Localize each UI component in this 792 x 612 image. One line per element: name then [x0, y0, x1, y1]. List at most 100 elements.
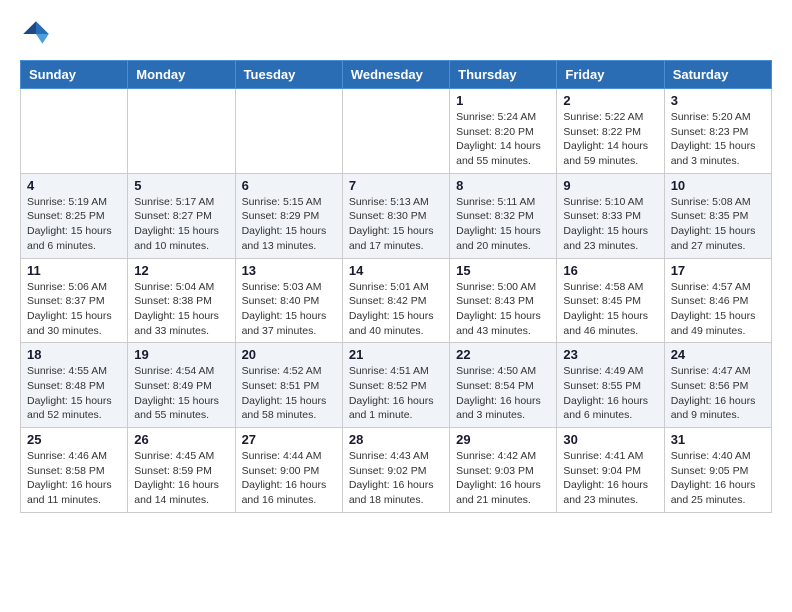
day-info: Sunrise: 5:22 AM Sunset: 8:22 PM Dayligh…	[563, 110, 657, 169]
calendar-cell: 10 Sunrise: 5:08 AM Sunset: 8:35 PM Dayli…	[664, 173, 771, 258]
calendar-cell: 30Sunrise: 4:41 AM Sunset: 9:04 PM Dayli…	[557, 428, 664, 513]
day-number: 8	[456, 178, 550, 193]
calendar-cell: 9Sunrise: 5:10 AM Sunset: 8:33 PM Daylig…	[557, 173, 664, 258]
calendar-cell: 25Sunrise: 4:46 AM Sunset: 8:58 PM Dayli…	[21, 428, 128, 513]
calendar-cell: 22 Sunrise: 4:50 AM Sunset: 8:54 PM Dayli…	[450, 343, 557, 428]
calendar-cell: 17 Sunrise: 4:57 AM Sunset: 8:46 PM Dayli…	[664, 258, 771, 343]
calendar-week-5: 25Sunrise: 4:46 AM Sunset: 8:58 PM Dayli…	[21, 428, 772, 513]
weekday-header-wednesday: Wednesday	[342, 61, 449, 89]
calendar-cell: 29Sunrise: 4:42 AM Sunset: 9:03 PM Dayli…	[450, 428, 557, 513]
day-info: Sunrise: 4:57 AM Sunset: 8:46 PM Dayligh…	[671, 280, 765, 339]
calendar-cell: 21Sunrise: 4:51 AM Sunset: 8:52 PM Dayli…	[342, 343, 449, 428]
calendar-cell: 12 Sunrise: 5:04 AM Sunset: 8:38 PM Dayli…	[128, 258, 235, 343]
calendar-cell: 20Sunrise: 4:52 AM Sunset: 8:51 PM Dayli…	[235, 343, 342, 428]
day-info: Sunrise: 4:46 AM Sunset: 8:58 PM Dayligh…	[27, 449, 121, 508]
day-info: Sunrise: 5:01 AM Sunset: 8:42 PM Dayligh…	[349, 280, 443, 339]
day-number: 3	[671, 93, 765, 108]
day-number: 4	[27, 178, 121, 193]
calendar-cell: 24Sunrise: 4:47 AM Sunset: 8:56 PM Dayli…	[664, 343, 771, 428]
calendar-week-1: 1Sunrise: 5:24 AM Sunset: 8:20 PM Daylig…	[21, 89, 772, 174]
day-number: 27	[242, 432, 336, 447]
day-info: Sunrise: 4:50 AM Sunset: 8:54 PM Dayligh…	[456, 364, 550, 423]
calendar-cell: 15 Sunrise: 5:00 AM Sunset: 8:43 PM Dayli…	[450, 258, 557, 343]
day-info: Sunrise: 4:58 AM Sunset: 8:45 PM Dayligh…	[563, 280, 657, 339]
weekday-header-friday: Friday	[557, 61, 664, 89]
calendar-cell: 28 Sunrise: 4:43 AM Sunset: 9:02 PM Dayli…	[342, 428, 449, 513]
calendar-cell: 11 Sunrise: 5:06 AM Sunset: 8:37 PM Dayli…	[21, 258, 128, 343]
day-number: 28	[349, 432, 443, 447]
day-number: 10	[671, 178, 765, 193]
day-info: Sunrise: 4:45 AM Sunset: 8:59 PM Dayligh…	[134, 449, 228, 508]
day-number: 14	[349, 263, 443, 278]
day-number: 22	[456, 347, 550, 362]
day-info: Sunrise: 4:44 AM Sunset: 9:00 PM Dayligh…	[242, 449, 336, 508]
day-info: Sunrise: 4:54 AM Sunset: 8:49 PM Dayligh…	[134, 364, 228, 423]
day-info: Sunrise: 4:42 AM Sunset: 9:03 PM Dayligh…	[456, 449, 550, 508]
calendar-week-3: 11 Sunrise: 5:06 AM Sunset: 8:37 PM Dayli…	[21, 258, 772, 343]
logo	[20, 18, 54, 50]
page-header	[0, 0, 792, 60]
day-info: Sunrise: 5:00 AM Sunset: 8:43 PM Dayligh…	[456, 280, 550, 339]
day-number: 9	[563, 178, 657, 193]
logo-icon	[20, 18, 52, 50]
calendar-cell	[128, 89, 235, 174]
day-info: Sunrise: 5:04 AM Sunset: 8:38 PM Dayligh…	[134, 280, 228, 339]
calendar-cell: 13 Sunrise: 5:03 AM Sunset: 8:40 PM Dayli…	[235, 258, 342, 343]
calendar-cell: 2 Sunrise: 5:22 AM Sunset: 8:22 PM Daylig…	[557, 89, 664, 174]
day-number: 11	[27, 263, 121, 278]
calendar-week-2: 4 Sunrise: 5:19 AM Sunset: 8:25 PM Daylig…	[21, 173, 772, 258]
calendar-cell	[21, 89, 128, 174]
calendar-cell	[235, 89, 342, 174]
day-info: Sunrise: 4:43 AM Sunset: 9:02 PM Dayligh…	[349, 449, 443, 508]
day-number: 6	[242, 178, 336, 193]
day-info: Sunrise: 4:49 AM Sunset: 8:55 PM Dayligh…	[563, 364, 657, 423]
day-number: 31	[671, 432, 765, 447]
day-info: Sunrise: 5:13 AM Sunset: 8:30 PM Dayligh…	[349, 195, 443, 254]
day-number: 16	[563, 263, 657, 278]
calendar-cell: 1Sunrise: 5:24 AM Sunset: 8:20 PM Daylig…	[450, 89, 557, 174]
weekday-header-tuesday: Tuesday	[235, 61, 342, 89]
day-number: 13	[242, 263, 336, 278]
weekday-header-thursday: Thursday	[450, 61, 557, 89]
calendar-cell: 31 Sunrise: 4:40 AM Sunset: 9:05 PM Dayli…	[664, 428, 771, 513]
day-number: 21	[349, 347, 443, 362]
calendar-wrapper: SundayMondayTuesdayWednesdayThursdayFrid…	[0, 60, 792, 523]
calendar-cell: 5 Sunrise: 5:17 AM Sunset: 8:27 PM Daylig…	[128, 173, 235, 258]
calendar-body: 1Sunrise: 5:24 AM Sunset: 8:20 PM Daylig…	[21, 89, 772, 513]
day-number: 17	[671, 263, 765, 278]
day-info: Sunrise: 5:20 AM Sunset: 8:23 PM Dayligh…	[671, 110, 765, 169]
weekday-header-monday: Monday	[128, 61, 235, 89]
day-info: Sunrise: 5:03 AM Sunset: 8:40 PM Dayligh…	[242, 280, 336, 339]
calendar-cell: 16 Sunrise: 4:58 AM Sunset: 8:45 PM Dayli…	[557, 258, 664, 343]
weekday-header-sunday: Sunday	[21, 61, 128, 89]
calendar-cell: 26Sunrise: 4:45 AM Sunset: 8:59 PM Dayli…	[128, 428, 235, 513]
day-info: Sunrise: 5:06 AM Sunset: 8:37 PM Dayligh…	[27, 280, 121, 339]
day-info: Sunrise: 5:15 AM Sunset: 8:29 PM Dayligh…	[242, 195, 336, 254]
calendar-cell: 19 Sunrise: 4:54 AM Sunset: 8:49 PM Dayli…	[128, 343, 235, 428]
day-number: 15	[456, 263, 550, 278]
calendar-cell	[342, 89, 449, 174]
day-number: 19	[134, 347, 228, 362]
calendar-week-4: 18Sunrise: 4:55 AM Sunset: 8:48 PM Dayli…	[21, 343, 772, 428]
calendar-cell: 14 Sunrise: 5:01 AM Sunset: 8:42 PM Dayli…	[342, 258, 449, 343]
calendar-cell: 6 Sunrise: 5:15 AM Sunset: 8:29 PM Daylig…	[235, 173, 342, 258]
calendar-cell: 3 Sunrise: 5:20 AM Sunset: 8:23 PM Daylig…	[664, 89, 771, 174]
day-number: 12	[134, 263, 228, 278]
day-info: Sunrise: 5:19 AM Sunset: 8:25 PM Dayligh…	[27, 195, 121, 254]
day-number: 2	[563, 93, 657, 108]
calendar-cell: 27 Sunrise: 4:44 AM Sunset: 9:00 PM Dayli…	[235, 428, 342, 513]
day-info: Sunrise: 4:55 AM Sunset: 8:48 PM Dayligh…	[27, 364, 121, 423]
day-number: 20	[242, 347, 336, 362]
day-info: Sunrise: 4:47 AM Sunset: 8:56 PM Dayligh…	[671, 364, 765, 423]
day-info: Sunrise: 5:11 AM Sunset: 8:32 PM Dayligh…	[456, 195, 550, 254]
calendar-table: SundayMondayTuesdayWednesdayThursdayFrid…	[20, 60, 772, 513]
day-number: 5	[134, 178, 228, 193]
calendar-cell: 8 Sunrise: 5:11 AM Sunset: 8:32 PM Daylig…	[450, 173, 557, 258]
day-info: Sunrise: 5:08 AM Sunset: 8:35 PM Dayligh…	[671, 195, 765, 254]
calendar-cell: 7Sunrise: 5:13 AM Sunset: 8:30 PM Daylig…	[342, 173, 449, 258]
weekday-header-row: SundayMondayTuesdayWednesdayThursdayFrid…	[21, 61, 772, 89]
day-info: Sunrise: 5:17 AM Sunset: 8:27 PM Dayligh…	[134, 195, 228, 254]
calendar-cell: 23Sunrise: 4:49 AM Sunset: 8:55 PM Dayli…	[557, 343, 664, 428]
day-info: Sunrise: 4:40 AM Sunset: 9:05 PM Dayligh…	[671, 449, 765, 508]
calendar-header: SundayMondayTuesdayWednesdayThursdayFrid…	[21, 61, 772, 89]
